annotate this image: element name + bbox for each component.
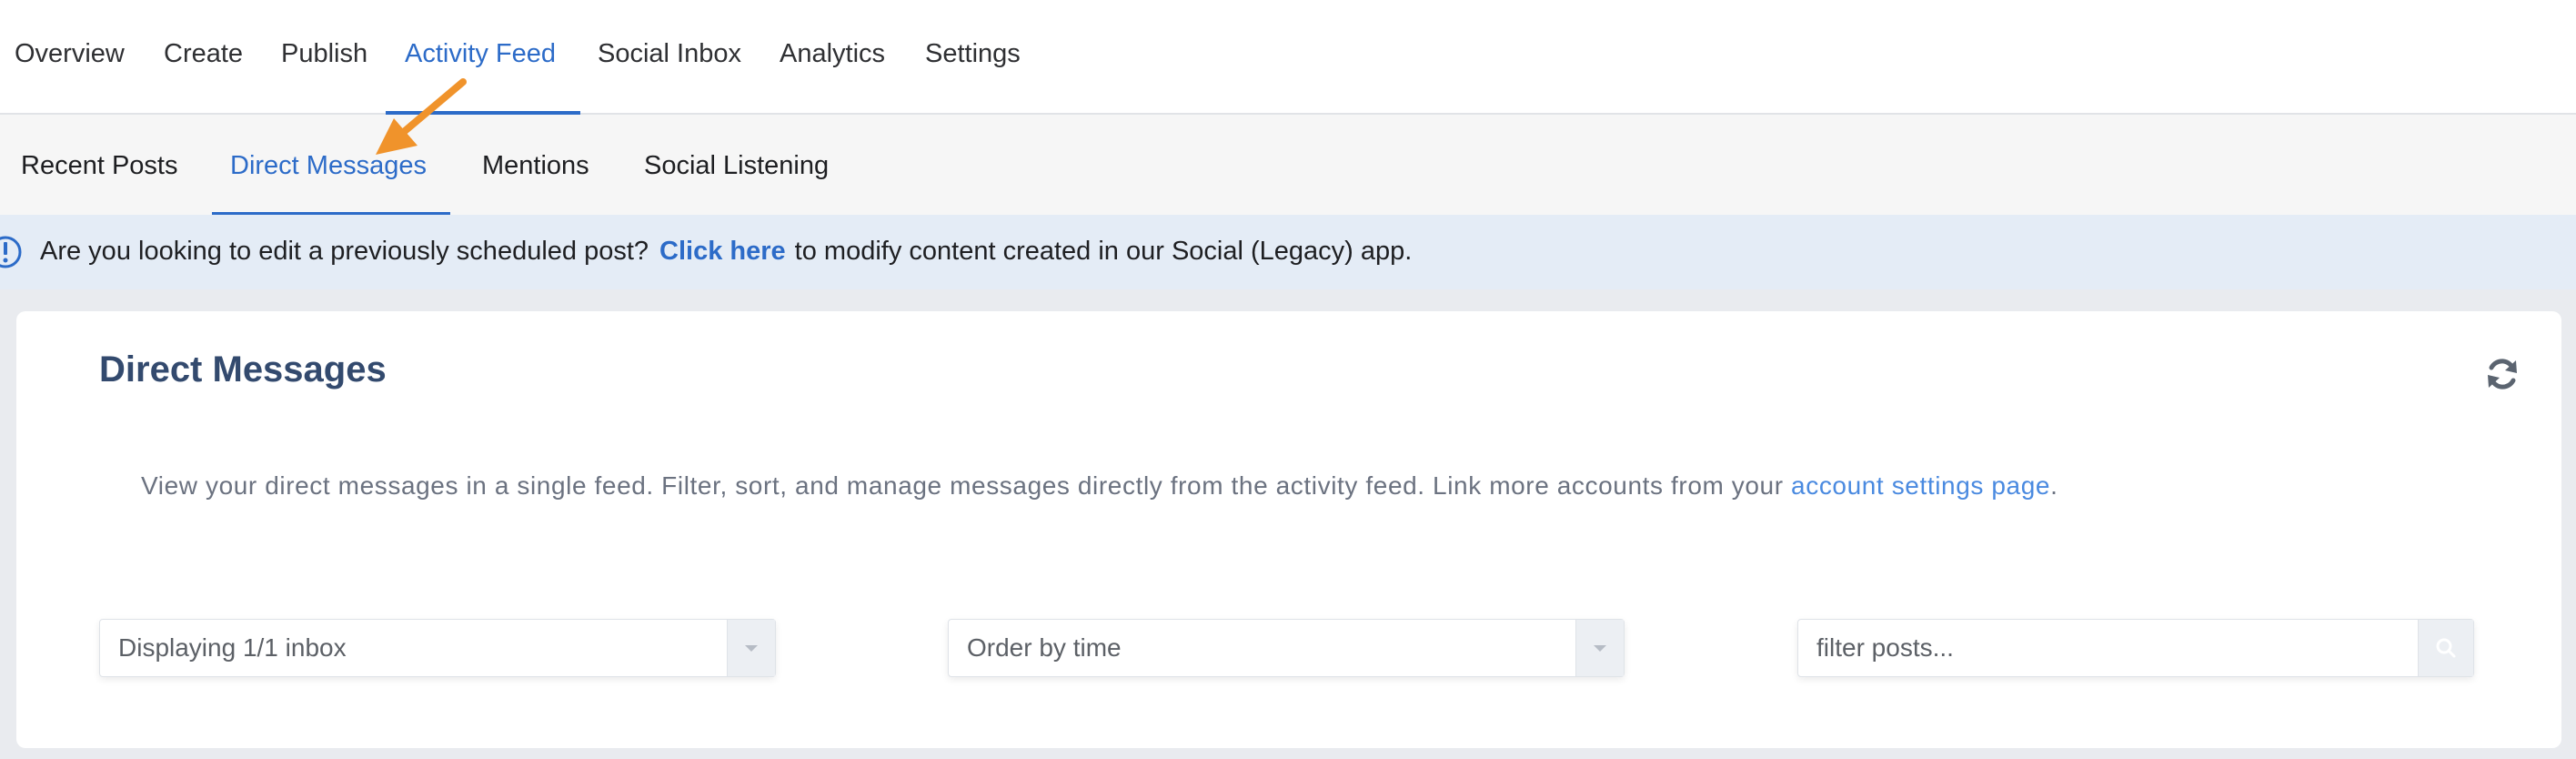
tab-settings[interactable]: Settings (925, 0, 1021, 113)
annotation-arrow-icon (376, 78, 467, 155)
chevron-down-icon[interactable] (1575, 620, 1624, 676)
page-title: Direct Messages (99, 349, 387, 390)
inbox-select[interactable]: Displaying 1/1 inbox (99, 619, 776, 677)
description-text: View your direct messages in a single fe… (141, 471, 2058, 501)
refresh-icon[interactable] (2483, 355, 2521, 393)
chevron-down-icon[interactable] (727, 620, 775, 676)
banner-text-before: Are you looking to edit a previously sch… (40, 237, 649, 266)
filter-posts-input[interactable] (1816, 620, 2399, 676)
order-select-value: Order by time (967, 633, 1122, 662)
search-icon (2436, 638, 2456, 658)
tab-create[interactable]: Create (164, 0, 243, 113)
order-select[interactable]: Order by time (948, 619, 1625, 677)
banner-message: Are you looking to edit a previously sch… (40, 215, 1412, 289)
tab-social-inbox[interactable]: Social Inbox (598, 0, 741, 113)
inbox-select-value: Displaying 1/1 inbox (118, 633, 347, 662)
tab-publish[interactable]: Publish (281, 0, 367, 113)
description-body: View your direct messages in a single fe… (141, 471, 1792, 500)
account-settings-link[interactable]: account settings page (1791, 471, 2050, 500)
subtab-social-listening[interactable]: Social Listening (644, 115, 829, 215)
tab-analytics[interactable]: Analytics (780, 0, 885, 113)
search-button[interactable] (2418, 620, 2473, 676)
subtab-mentions[interactable]: Mentions (482, 115, 589, 215)
filter-posts-field[interactable] (1797, 619, 2474, 677)
info-icon (0, 236, 22, 268)
description-end: . (2050, 471, 2058, 500)
direct-messages-card: Direct Messages View your direct message… (16, 311, 2561, 748)
info-banner: Are you looking to edit a previously sch… (0, 215, 2576, 289)
tab-overview[interactable]: Overview (15, 0, 125, 113)
subtab-recent-posts[interactable]: Recent Posts (21, 115, 177, 215)
banner-click-here-link[interactable]: Click here (659, 237, 786, 266)
banner-text-after: to modify content created in our Social … (794, 237, 1413, 266)
